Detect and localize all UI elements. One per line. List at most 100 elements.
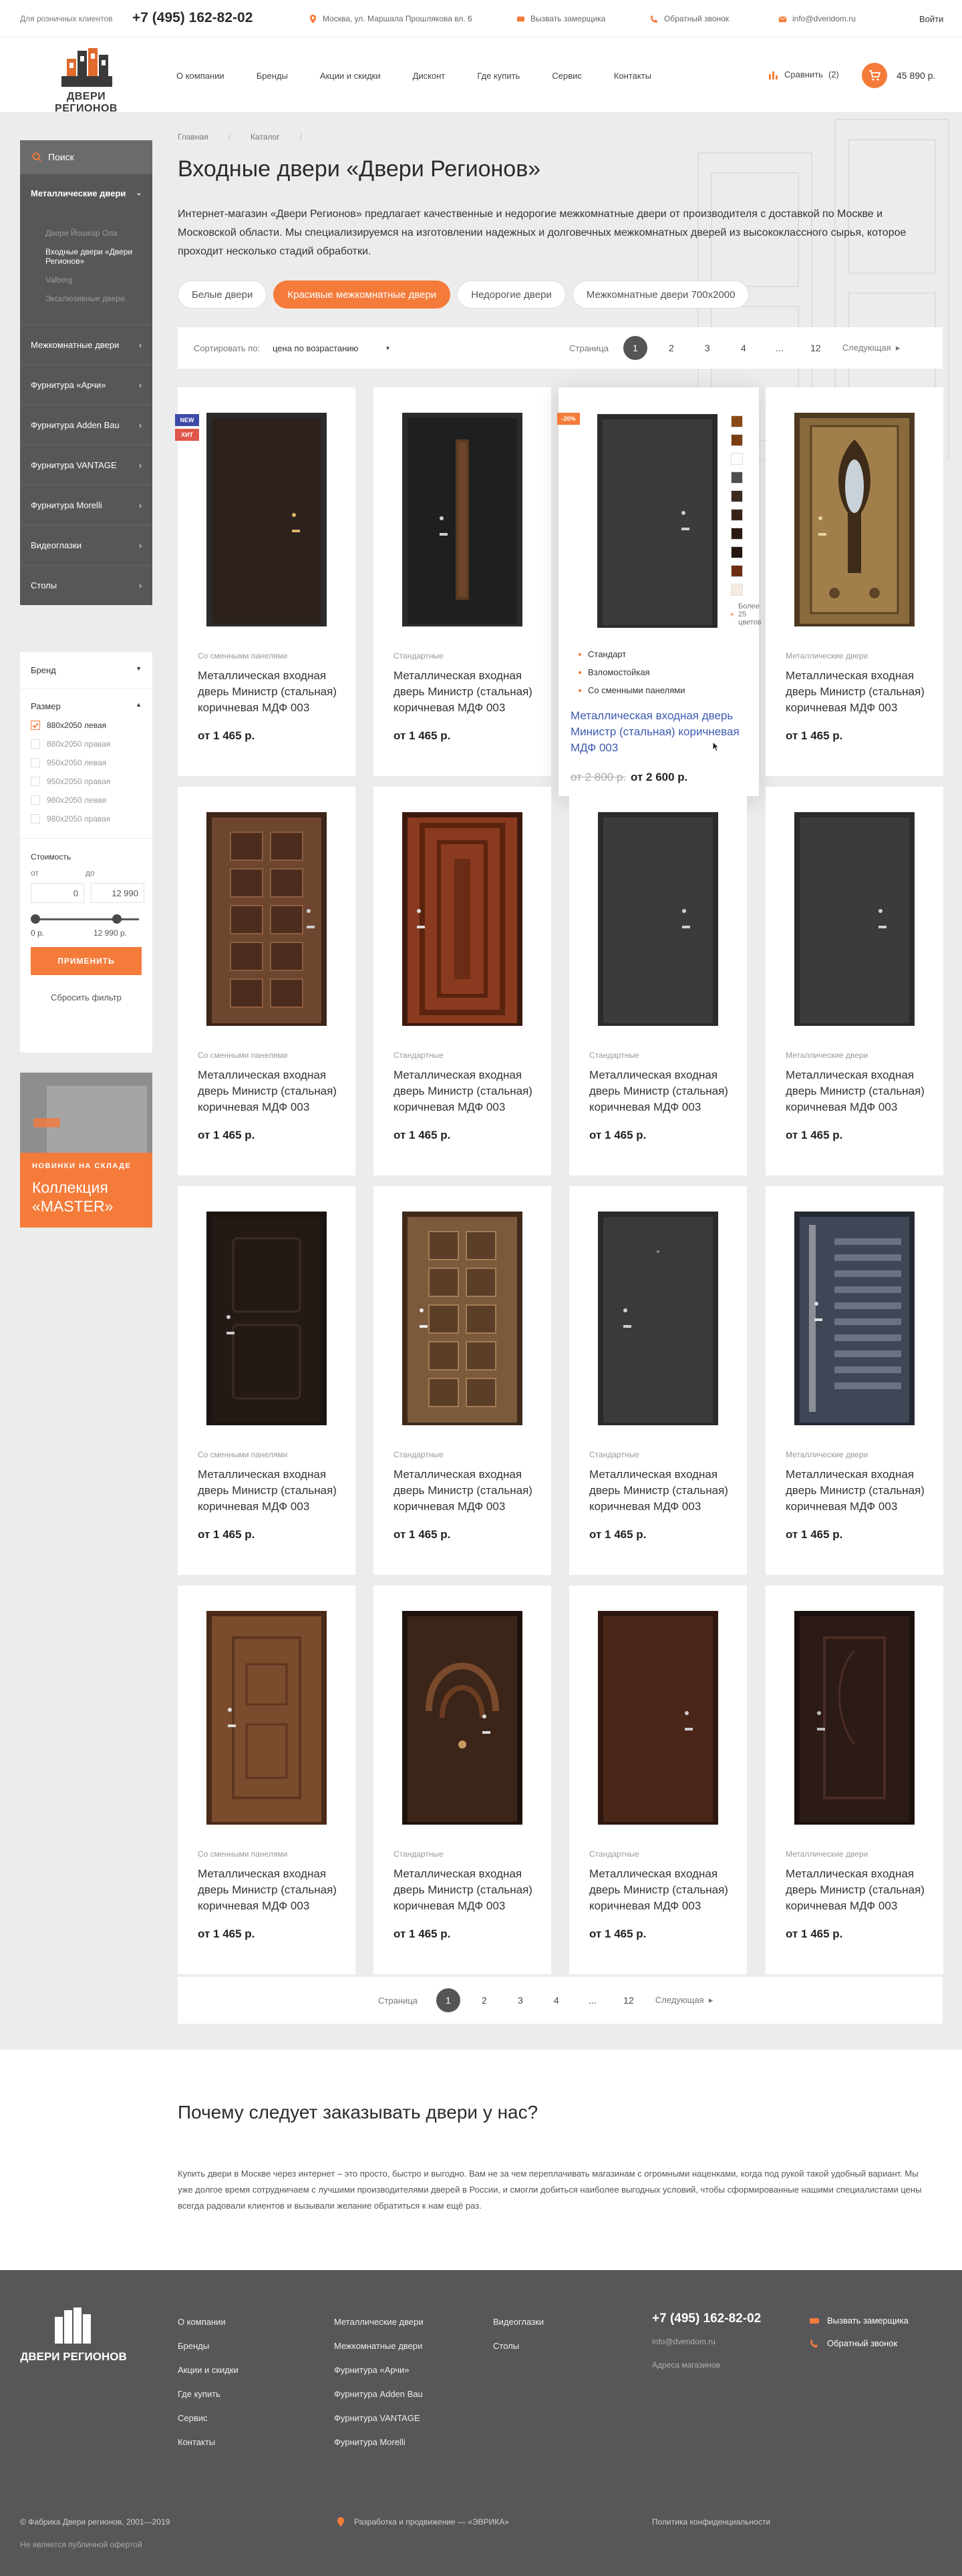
nav-item[interactable]: Контакты: [614, 71, 651, 81]
color-swatch[interactable]: [731, 415, 743, 427]
product-card[interactable]: Стандартные Металлическая входная дверь М…: [569, 1186, 747, 1575]
product-card[interactable]: Стандартные Металлическая входная дверь М…: [373, 787, 551, 1175]
size-option[interactable]: 980х2050 левая: [31, 795, 142, 805]
product-card[interactable]: NEW ХИТ Со сменными панелями Металлическая …: [175, 387, 355, 776]
product-image[interactable]: [569, 812, 747, 1026]
sidebar-item[interactable]: Фурнитура Adden Bau ›: [20, 405, 152, 445]
product-card[interactable]: Металлические двери Металлическая входная…: [766, 387, 943, 776]
product-image[interactable]: [569, 1611, 747, 1825]
checkbox-icon[interactable]: [31, 758, 40, 767]
product-name[interactable]: Металлическая входная дверь Министр (ста…: [786, 1866, 929, 1914]
page-number[interactable]: 3: [695, 336, 719, 360]
size-option[interactable]: 950х2050 правая: [31, 777, 142, 786]
product-image[interactable]: [178, 1212, 355, 1425]
nav-item[interactable]: Где купить: [477, 71, 520, 81]
product-image[interactable]: [766, 812, 943, 1026]
product-name[interactable]: Металлическая входная дверь Министр (ста…: [589, 1866, 733, 1914]
footer-callback-link[interactable]: Обратный звонок: [810, 2338, 897, 2348]
checkbox-checked-icon[interactable]: [31, 721, 40, 730]
footer-measurer-link[interactable]: Вызвать замерщика: [810, 2316, 909, 2326]
footer-link[interactable]: Фурнитура VANTAGE: [334, 2413, 424, 2423]
product-name[interactable]: Металлическая входная дверь Министр (ста…: [198, 668, 341, 716]
product-card[interactable]: Стандартные Металлическая входная дверь М…: [569, 787, 747, 1175]
chevron-up-icon[interactable]: ▲: [136, 701, 142, 711]
slider-max-handle[interactable]: [112, 914, 122, 924]
sidebar-item[interactable]: Фурнитура Morelli ›: [20, 485, 152, 525]
promo-banner[interactable]: НОВИНКИ НА СКЛАДЕ Коллекция «MASTER»: [20, 1073, 152, 1228]
product-card[interactable]: Металлические двери Металлическая входная…: [766, 1586, 943, 1974]
privacy-link[interactable]: Политика конфиденциальности: [652, 2517, 770, 2527]
product-image[interactable]: [178, 413, 355, 626]
compare-link[interactable]: Сравнить (2): [768, 69, 839, 79]
nav-item[interactable]: Сервис: [552, 71, 582, 81]
breadcrumb-item[interactable]: Главная: [178, 132, 208, 142]
top-phone[interactable]: +7 (495) 162-82-02: [132, 10, 253, 26]
product-image[interactable]: [178, 1611, 355, 1825]
product-card[interactable]: Со сменными панелями Металлическая входна…: [178, 1186, 355, 1575]
footer-phone[interactable]: +7 (495) 162-82-02: [652, 2312, 761, 2326]
product-image[interactable]: [373, 1611, 551, 1825]
filter-brand[interactable]: Бренд ▼: [20, 652, 152, 689]
footer-link[interactable]: Сервис: [178, 2413, 238, 2423]
page-number[interactable]: 1: [623, 336, 647, 360]
sidebar-search[interactable]: Поиск: [20, 140, 152, 174]
footer-link[interactable]: Фурнитура «Арчи»: [334, 2365, 424, 2375]
product-card[interactable]: Стандартные Металлическая входная дверь М…: [569, 1586, 747, 1974]
product-card[interactable]: Стандартные Металлическая входная дверь М…: [373, 387, 551, 776]
page-number[interactable]: 3: [508, 1988, 532, 2012]
product-name[interactable]: Металлическая входная дверь Министр (ста…: [393, 1467, 537, 1515]
login-link[interactable]: Войти: [919, 14, 943, 24]
product-image[interactable]: [766, 1611, 943, 1825]
product-card[interactable]: Стандартные Металлическая входная дверь М…: [373, 1186, 551, 1575]
color-swatch[interactable]: [731, 453, 743, 465]
price-slider[interactable]: [31, 912, 142, 926]
measurer-link[interactable]: Вызвать замерщика: [516, 14, 605, 23]
product-name[interactable]: Металлическая входная дверь Министр (ста…: [393, 1866, 537, 1914]
color-swatch[interactable]: [731, 434, 743, 446]
breadcrumb-item[interactable]: Каталог: [251, 132, 280, 142]
size-option[interactable]: 880х2050 правая: [31, 739, 142, 749]
product-card[interactable]: Со сменными панелями Металлическая входна…: [178, 1586, 355, 1974]
sidebar-subitem[interactable]: Эксклюзивные двери: [45, 294, 142, 303]
checkbox-icon[interactable]: [31, 814, 40, 823]
sidebar-item[interactable]: Фурнитура VANTAGE ›: [20, 445, 152, 485]
sidebar-subitem[interactable]: Valberg: [45, 275, 142, 285]
color-swatch[interactable]: [731, 509, 743, 521]
checkbox-icon[interactable]: [31, 739, 40, 749]
color-swatch[interactable]: [731, 565, 743, 577]
price-to-input[interactable]: [91, 883, 144, 903]
footer-link[interactable]: Бренды: [178, 2341, 238, 2351]
color-swatch[interactable]: [731, 528, 743, 540]
footer-link[interactable]: Где купить: [178, 2389, 238, 2399]
pager-next[interactable]: Следующая ▸: [655, 1995, 713, 2006]
developer-link[interactable]: Разработка и продвижение — «ЭВРИКА»: [337, 2517, 509, 2527]
color-swatch[interactable]: [731, 490, 743, 502]
slider-min-handle[interactable]: [31, 914, 40, 924]
page-number[interactable]: 1: [436, 1988, 460, 2012]
product-name[interactable]: Металлическая входная дверь Министр (ста…: [198, 1467, 341, 1515]
quick-filter-pill[interactable]: Недорогие двери: [457, 281, 566, 309]
footer-logo[interactable]: ДВЕРИ РЕГИОНОВ: [20, 2308, 127, 2368]
product-image[interactable]: [766, 1212, 943, 1425]
footer-link[interactable]: Фурнитура Morelli: [334, 2437, 424, 2447]
reset-filter-link[interactable]: Сбросить фильтр: [31, 992, 142, 1002]
nav-item[interactable]: Дисконт: [413, 71, 446, 81]
product-name[interactable]: Металлическая входная дверь Министр (ста…: [393, 1067, 537, 1115]
footer-link[interactable]: Видеоглазки: [493, 2317, 544, 2327]
product-image[interactable]: [373, 812, 551, 1026]
footer-email[interactable]: info@dveridom.ru: [652, 2337, 715, 2346]
sidebar-item-metal-doors[interactable]: Металлические двери ⌄: [20, 174, 152, 212]
footer-link[interactable]: Контакты: [178, 2437, 238, 2447]
product-name[interactable]: Металлическая входная дверь Министр (ста…: [198, 1866, 341, 1914]
product-image[interactable]: [373, 413, 551, 626]
page-number[interactable]: ...: [768, 336, 792, 360]
product-name[interactable]: Металлическая входная дверь Министр (ста…: [786, 668, 929, 716]
nav-item[interactable]: О компании: [176, 71, 224, 81]
page-number[interactable]: 2: [659, 336, 683, 360]
sidebar-item[interactable]: Фурнитура «Арчи» ›: [20, 365, 152, 405]
sort-select[interactable]: цена по возрастанию ▼: [273, 343, 390, 353]
product-card-hovered[interactable]: -20% + Более 25 цветов Стандарт Взломостойка…: [557, 387, 762, 796]
logo[interactable]: ДВЕРИ РЕГИОНОВ: [35, 45, 138, 114]
product-image[interactable]: [766, 413, 943, 626]
page-number[interactable]: 12: [617, 1988, 641, 2012]
